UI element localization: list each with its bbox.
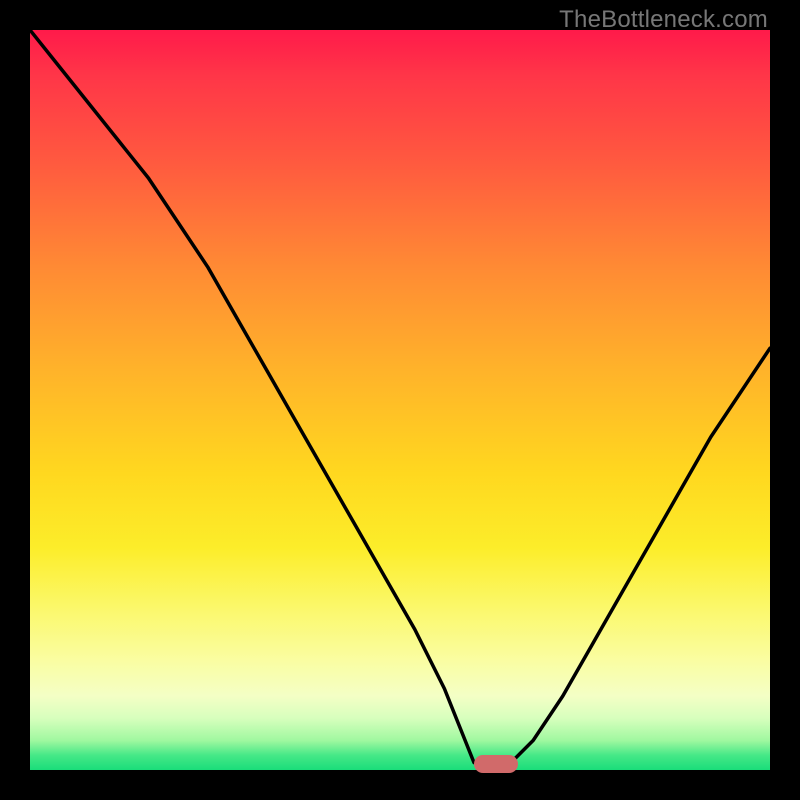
chart-frame: TheBottleneck.com <box>0 0 800 800</box>
line-chart-svg <box>30 30 770 770</box>
curve-path <box>30 30 770 770</box>
plot-area <box>30 30 770 770</box>
optimal-marker <box>474 755 518 773</box>
